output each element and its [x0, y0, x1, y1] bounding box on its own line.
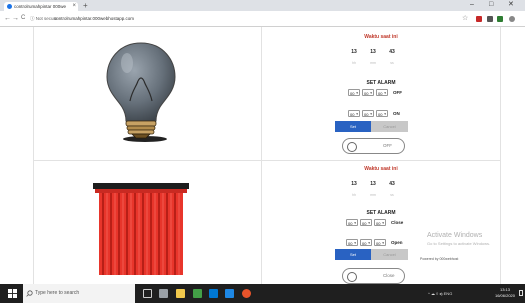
minute-label: mm — [370, 193, 376, 197]
second-label: ss — [390, 193, 394, 197]
control-panel-curtain: Waktu saat ini 13 13 43 hh mm ss SET ALA… — [262, 163, 500, 286]
minute-label: mm — [370, 61, 376, 65]
chrome-icon — [7, 4, 12, 9]
alarm-minute-select[interactable]: 00 — [360, 219, 372, 227]
activate-windows-title: Activate Windows — [427, 232, 483, 239]
clock-date: 16/06/2020 — [494, 293, 516, 298]
toggle-state-label: OFF — [383, 143, 392, 148]
search-icon — [26, 290, 33, 297]
forward-button[interactable]: → — [12, 13, 19, 24]
set-alarm-heading: SET ALARM — [366, 80, 396, 86]
browser-tab[interactable]: controlrumahpintar 000webho × — [4, 2, 78, 11]
close-window-button[interactable]: ✕ — [508, 0, 514, 10]
reload-button[interactable]: C — [21, 13, 25, 24]
alarm-second-select[interactable]: 00 — [374, 239, 386, 247]
tab-bar: controlrumahpintar 000webho × + – □ ✕ — [0, 0, 525, 11]
bookmark-star-icon[interactable]: ☆ — [462, 13, 468, 24]
browser-toolbar: ← → C ⓘ Not secure controlrumahpintar.00… — [0, 11, 525, 27]
current-time-title: Waktu saat ini — [364, 166, 398, 172]
current-second: 43 — [389, 181, 395, 187]
second-label: ss — [390, 61, 394, 65]
alarm-minute-select[interactable]: 00 — [362, 89, 374, 97]
hour-label: hh — [352, 61, 356, 65]
toggle-knob — [347, 142, 357, 152]
curtain-toggle-switch[interactable]: Close — [342, 268, 405, 284]
notification-icon[interactable] — [519, 290, 523, 296]
status-badge-label: Powered by 000webhost — [420, 257, 459, 261]
app-icon[interactable] — [209, 289, 218, 298]
windows-icon[interactable] — [8, 289, 17, 298]
alarm-hour-select[interactable]: 00 — [346, 219, 358, 227]
app-icon[interactable] — [193, 289, 202, 298]
current-second: 43 — [389, 49, 395, 55]
alarm-minute-select[interactable]: 00 — [362, 110, 374, 118]
extension-icon[interactable] — [497, 16, 503, 22]
extension-icon[interactable] — [476, 16, 482, 22]
current-minute: 13 — [370, 49, 376, 55]
new-tab-button[interactable]: + — [83, 1, 88, 10]
alarm-second-select[interactable]: 00 — [376, 110, 388, 118]
tab-title: controlrumahpintar 000webho — [14, 4, 66, 9]
toggle-state-label: Close — [383, 273, 395, 278]
address-bar[interactable]: ⓘ Not secure controlrumahpintar.000webho… — [30, 14, 470, 23]
app-icon[interactable] — [159, 289, 168, 298]
cancel-button[interactable]: Cancel — [371, 249, 408, 260]
curtain-icon — [93, 183, 189, 275]
task-view-icon[interactable] — [143, 289, 152, 298]
divider — [33, 27, 34, 284]
set-button[interactable]: Set — [335, 249, 371, 260]
current-hour: 13 — [351, 181, 357, 187]
tab-close-icon[interactable]: × — [72, 2, 76, 10]
search-placeholder: Type here to search — [35, 290, 80, 296]
set-button[interactable]: Set — [335, 121, 371, 132]
taskbar-clock[interactable]: 13:13 16/06/2020 — [493, 287, 517, 299]
system-tray[interactable]: ^ ☁ ◊ ◂) ENG — [428, 284, 452, 303]
taskbar-search-box[interactable]: Type here to search — [23, 284, 135, 303]
lightbulb-icon — [106, 42, 176, 142]
back-button[interactable]: ← — [4, 13, 11, 24]
file-explorer-icon[interactable] — [176, 289, 185, 298]
divider — [500, 27, 501, 284]
alarm-action-label: Open — [391, 240, 403, 245]
taskbar: Type here to search ^ ☁ ◊ ◂) ENG 13:13 1… — [0, 284, 525, 303]
alarm-action-label: OFF — [393, 90, 402, 95]
alarm-second-select[interactable]: 00 — [376, 89, 388, 97]
status-badge[interactable]: Powered by 000webhost — [420, 256, 458, 263]
hour-label: hh — [352, 193, 356, 197]
profile-avatar[interactable] — [509, 16, 515, 22]
chrome-icon[interactable] — [242, 289, 251, 298]
alarm-hour-select[interactable]: 00 — [348, 110, 360, 118]
current-minute: 13 — [370, 181, 376, 187]
cancel-button[interactable]: Cancel — [371, 121, 408, 132]
alarm-second-select[interactable]: 00 — [374, 219, 386, 227]
control-panel-lamp: Waktu saat ini 13 13 43 hh mm ss SET ALA… — [262, 31, 500, 154]
extension-icon[interactable] — [487, 16, 493, 22]
lamp-toggle-switch[interactable]: OFF — [342, 138, 405, 154]
current-hour: 13 — [351, 49, 357, 55]
current-time-title: Waktu saat ini — [364, 34, 398, 40]
alarm-hour-select[interactable]: 00 — [346, 239, 358, 247]
alarm-action-label: ON — [393, 111, 400, 116]
toggle-knob — [347, 272, 357, 282]
alarm-hour-select[interactable]: 00 — [348, 89, 360, 97]
maximize-button[interactable]: □ — [489, 0, 493, 10]
app-icon[interactable] — [225, 289, 234, 298]
minimize-button[interactable]: – — [470, 0, 474, 10]
url-text: controlrumahpintar.000webhostapp.com — [54, 16, 135, 21]
divider — [33, 160, 500, 161]
activate-windows-subtitle: Go to Settings to activate Windows. — [427, 241, 491, 246]
set-alarm-heading: SET ALARM — [366, 210, 396, 216]
alarm-action-label: Close — [391, 220, 404, 225]
alarm-minute-select[interactable]: 00 — [360, 239, 372, 247]
